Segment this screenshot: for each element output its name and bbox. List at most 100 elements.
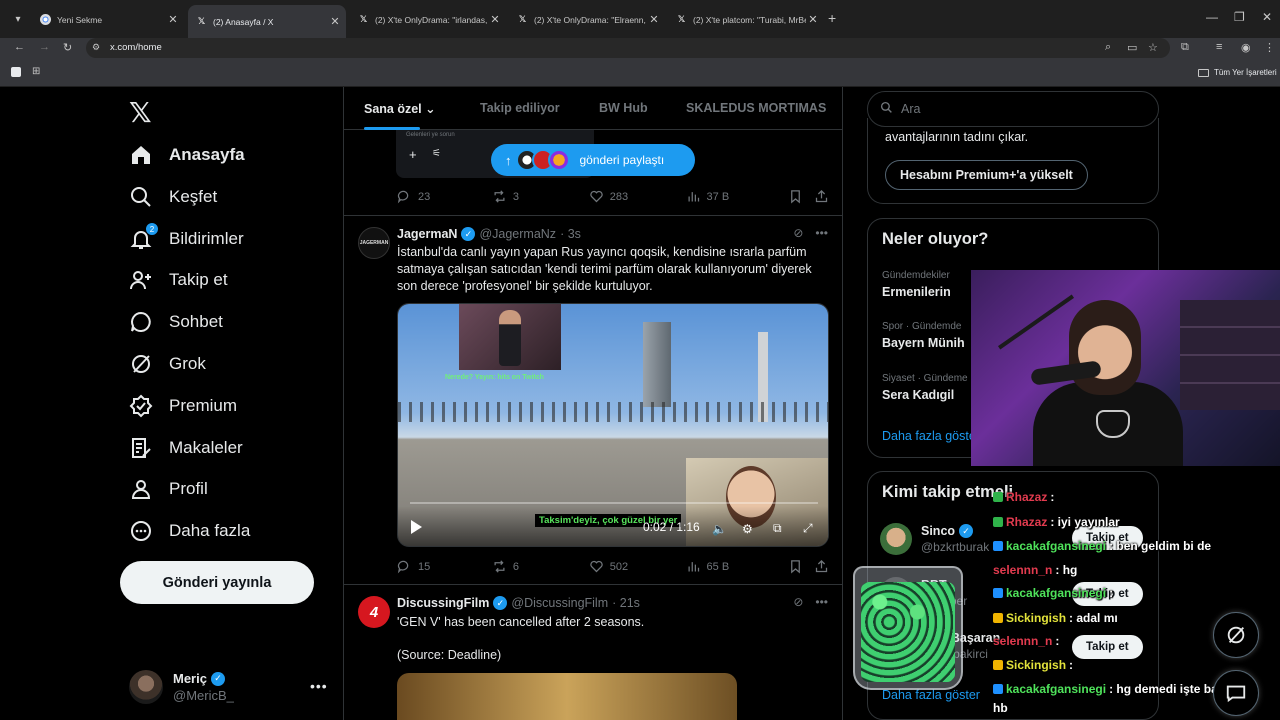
url-text[interactable]: x.com/home xyxy=(110,42,162,53)
reload-icon[interactable]: ↻ xyxy=(63,41,72,54)
trend-item[interactable]: Siyaset · Gündeme Sera Kadıgil xyxy=(882,373,968,402)
close-tab-icon[interactable]: ✕ xyxy=(166,13,180,26)
video-player[interactable]: Nerede? Yayın: hits on Twitch Taksim'dey… xyxy=(397,303,829,547)
author-name[interactable]: DiscussingFilm xyxy=(397,596,489,610)
follow-button[interactable]: Takip et xyxy=(1072,635,1143,659)
media-icon[interactable]: ≡ xyxy=(1216,41,1222,53)
author-name[interactable]: JagermaN xyxy=(397,227,457,241)
nav-notifications[interactable]: 2 Bildirimler xyxy=(128,219,244,259)
browser-tab[interactable]: 𝕏 (2) X'te OnlyDrama: "irlandas, A ✕ xyxy=(350,7,506,32)
repost-button[interactable]: 6 xyxy=(492,559,589,574)
reply-button[interactable]: 15 xyxy=(397,559,492,574)
upgrade-premium-button[interactable]: Hesabını Premium+'a yükselt xyxy=(885,160,1088,190)
follow-suggestion[interactable]: Sinco ✓ @bzkrtburak xyxy=(880,523,989,555)
nav-chat[interactable]: Sohbet xyxy=(128,302,223,342)
browser-tab[interactable]: Yeni Sekme ✕ xyxy=(32,7,184,32)
jar-beans xyxy=(861,582,955,682)
settings-icon[interactable]: ⚙ xyxy=(742,522,753,536)
views-button[interactable]: 65 B xyxy=(686,559,789,574)
maximize-icon[interactable]: ❐ xyxy=(1234,10,1245,24)
account-switcher[interactable]: Meriç ✓ @MericB_ xyxy=(129,670,234,704)
avatar xyxy=(129,670,163,704)
tab-title: Yeni Sekme xyxy=(57,14,103,25)
close-tab-icon[interactable]: ✕ xyxy=(647,13,661,26)
trend-item[interactable]: Spor · Gündemde Bayern Münih xyxy=(882,321,965,350)
nav-explore[interactable]: Keşfet xyxy=(128,177,217,217)
grok-icon[interactable]: ⊘ xyxy=(793,226,803,240)
bookmark-button[interactable] xyxy=(788,189,814,204)
grok-fab-button[interactable] xyxy=(1213,612,1259,658)
nav-home[interactable]: Anasayfa xyxy=(128,135,245,175)
plus-icon[interactable]: + xyxy=(409,147,417,162)
reply-button[interactable]: 23 xyxy=(397,189,492,204)
volume-icon[interactable]: 🔈 xyxy=(712,522,727,536)
share-button[interactable] xyxy=(814,189,829,204)
nav-grok[interactable]: Grok xyxy=(128,344,206,384)
nav-premium[interactable]: Premium xyxy=(128,386,237,426)
author-handle[interactable]: @JagermaNz xyxy=(479,227,556,241)
more-options-icon[interactable]: ••• xyxy=(815,226,828,240)
new-posts-pill[interactable]: ↑ gönderi paylaştı xyxy=(491,144,695,176)
all-bookmarks-folder[interactable]: Tüm Yer İşaretleri xyxy=(1198,68,1277,77)
post-time[interactable]: · 3s xyxy=(560,227,581,241)
forward-icon[interactable]: → xyxy=(39,41,50,53)
close-tab-icon[interactable]: ✕ xyxy=(806,13,820,26)
grok-icon[interactable]: ⊘ xyxy=(793,595,803,609)
show-more-suggestions-link[interactable]: Daha fazla göster xyxy=(882,688,980,702)
like-button[interactable]: 502 xyxy=(589,559,686,574)
nav-articles[interactable]: Makaleler xyxy=(128,428,243,468)
extensions-icon[interactable]: ⧉ xyxy=(1181,41,1189,54)
bookmark-star-icon[interactable]: ☆ xyxy=(1148,41,1158,54)
new-tab-icon[interactable]: + xyxy=(828,10,836,26)
close-tab-icon[interactable]: ✕ xyxy=(488,13,502,26)
play-icon[interactable] xyxy=(411,520,422,534)
cast-icon[interactable]: ▭ xyxy=(1127,41,1137,54)
sliders-icon[interactable]: ⚟ xyxy=(432,148,441,159)
author-handle[interactable]: @DiscussingFilm xyxy=(511,596,608,610)
share-button[interactable] xyxy=(814,559,829,574)
video-progress-bar[interactable] xyxy=(410,502,818,504)
tab-following[interactable]: Takip ediliyor xyxy=(480,101,560,115)
minimize-icon[interactable]: — xyxy=(1206,10,1218,24)
post-image[interactable] xyxy=(397,673,737,720)
browser-tab[interactable]: 𝕏 (2) X'te platcom: "Turabi, MrBe ✕ xyxy=(668,7,824,32)
address-bar[interactable]: ⚙ x.com/home xyxy=(86,38,1170,58)
bookmark-button[interactable] xyxy=(788,559,814,574)
avatar[interactable]: 4 xyxy=(358,596,390,628)
tab-group-icon[interactable] xyxy=(11,67,21,77)
tab-search-icon[interactable]: ▾ xyxy=(8,9,28,29)
like-button[interactable]: 283 xyxy=(589,189,686,204)
pip-icon[interactable]: ⧉ xyxy=(773,521,782,536)
tab-bw-hub[interactable]: BW Hub xyxy=(599,101,648,115)
chat-text: : xyxy=(1109,586,1114,600)
tab-for-you[interactable]: Sana özel ⌄ xyxy=(364,101,436,116)
nav-follow[interactable]: Takip et xyxy=(128,260,228,300)
views-button[interactable]: 37 B xyxy=(686,189,789,204)
apps-grid-icon[interactable]: ⊞ xyxy=(32,66,40,77)
browser-tab[interactable]: 𝕏 (2) X'te OnlyDrama: "Elraenn, 2 ✕ xyxy=(509,7,665,32)
chat-user: kacakafgansinegi xyxy=(1006,682,1107,696)
more-options-icon[interactable]: ••• xyxy=(815,595,828,609)
more-options-icon[interactable]: ••• xyxy=(310,678,328,694)
tab-skaledus[interactable]: SKALEDUS MORTIMAS xyxy=(686,101,826,115)
post-button[interactable]: Gönderi yayınla xyxy=(120,561,314,604)
close-tab-icon[interactable]: ✕ xyxy=(328,15,342,28)
repost-button[interactable]: 3 xyxy=(492,189,589,204)
close-window-icon[interactable]: ✕ xyxy=(1262,10,1272,24)
browser-tab-active[interactable]: 𝕏 (2) Anasayfa / X ✕ xyxy=(188,5,346,38)
messages-fab-button[interactable] xyxy=(1213,670,1259,716)
account-icon[interactable]: ◉ xyxy=(1241,41,1251,54)
zoom-icon[interactable]: ⌕ xyxy=(1105,41,1111,54)
back-icon[interactable]: ← xyxy=(14,41,25,53)
avatar[interactable]: JAGERMAN xyxy=(358,227,390,259)
search-input[interactable]: Ara xyxy=(867,91,1159,127)
fullscreen-icon[interactable]: ⤢ xyxy=(803,521,813,536)
post-time[interactable]: · 21s xyxy=(612,596,640,610)
nav-profile[interactable]: Profil xyxy=(128,469,208,509)
menu-icon[interactable]: ⋮ xyxy=(1264,41,1275,54)
show-more-trends-link[interactable]: Daha fazla göster xyxy=(882,429,980,443)
x-logo-icon[interactable]: 𝕏 xyxy=(129,96,152,129)
nav-more[interactable]: Daha fazla xyxy=(128,511,250,551)
trend-item[interactable]: Gündemdekiler Ermenilerin xyxy=(882,270,951,299)
site-info-icon[interactable]: ⚙ xyxy=(92,42,100,53)
